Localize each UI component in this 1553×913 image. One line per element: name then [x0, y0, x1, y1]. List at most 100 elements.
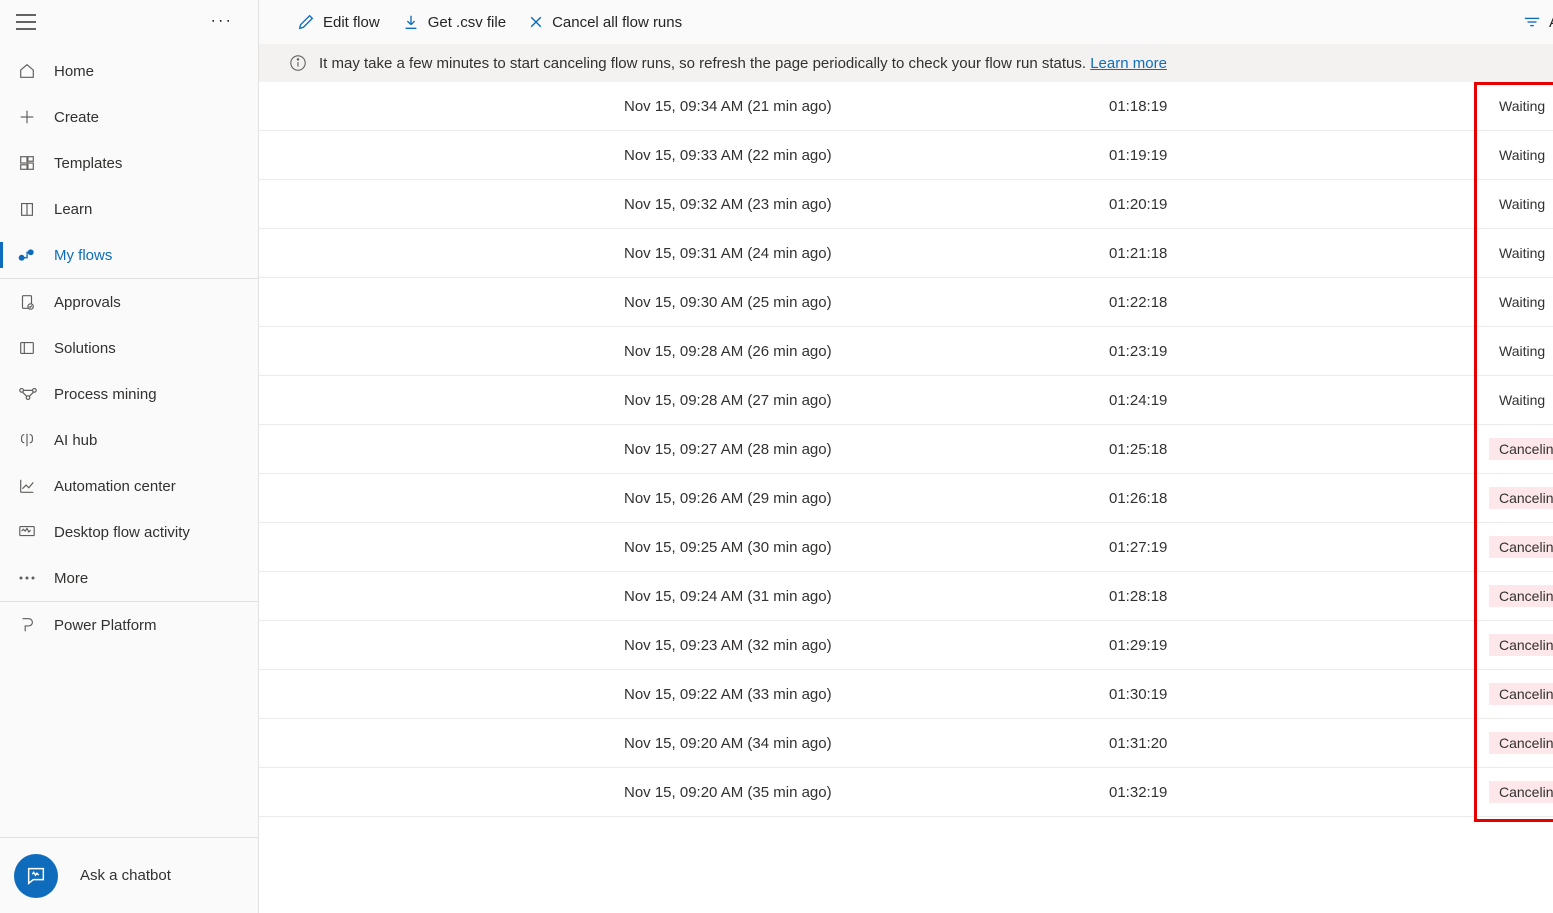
table-row[interactable]: Nov 15, 09:31 AM (24 min ago)01:21:18Wai… — [259, 229, 1553, 278]
run-duration: 01:30:19 — [1109, 686, 1489, 703]
main-content: Edit flow Get .csv file Cancel all flow … — [259, 0, 1553, 913]
process-mining-icon — [18, 386, 54, 402]
learn-more-link[interactable]: Learn more — [1090, 55, 1167, 72]
filter-icon — [1523, 15, 1541, 29]
activity-icon — [18, 523, 54, 541]
run-start-time: Nov 15, 09:30 AM (25 min ago) — [624, 294, 1109, 311]
more-icon — [18, 575, 54, 581]
brain-icon — [18, 431, 54, 449]
sidebar-item-label: More — [54, 570, 88, 587]
home-icon — [18, 62, 54, 80]
sidebar-item-label: Approvals — [54, 294, 121, 311]
run-start-time: Nov 15, 09:28 AM (26 min ago) — [624, 343, 1109, 360]
sidebar-item-create[interactable]: Create — [0, 94, 258, 140]
run-status: Canceling — [1489, 634, 1553, 656]
table-row[interactable]: Nov 15, 09:20 AM (35 min ago)01:32:19Can… — [259, 768, 1553, 817]
run-duration: 01:32:19 — [1109, 784, 1489, 801]
sidebar-item-templates[interactable]: Templates — [0, 140, 258, 186]
table-row[interactable]: Nov 15, 09:24 AM (31 min ago)01:28:18Can… — [259, 572, 1553, 621]
sidebar-item-power-platform[interactable]: Power Platform — [0, 602, 258, 648]
table-row[interactable]: Nov 15, 09:28 AM (26 min ago)01:23:19Wai… — [259, 327, 1553, 376]
run-status: Waiting — [1489, 144, 1553, 166]
sidebar-item-label: My flows — [54, 247, 112, 264]
hamburger-menu[interactable] — [16, 14, 36, 35]
run-status: Canceling — [1489, 683, 1553, 705]
run-status: Canceling — [1489, 438, 1553, 460]
sidebar-item-more[interactable]: More — [0, 555, 258, 601]
run-status: Canceling — [1489, 732, 1553, 754]
run-status: Canceling — [1489, 585, 1553, 607]
cancel-all-button[interactable]: Cancel all flow runs — [528, 14, 682, 31]
sidebar-item-label: Solutions — [54, 340, 116, 357]
run-status: Waiting — [1489, 193, 1553, 215]
run-start-time: Nov 15, 09:23 AM (32 min ago) — [624, 637, 1109, 654]
sidebar-item-label: Process mining — [54, 386, 157, 403]
run-start-time: Nov 15, 09:33 AM (22 min ago) — [624, 147, 1109, 164]
banner-text: It may take a few minutes to start cance… — [319, 55, 1167, 72]
table-row[interactable]: Nov 15, 09:28 AM (27 min ago)01:24:19Wai… — [259, 376, 1553, 425]
run-status: Waiting — [1489, 95, 1553, 117]
run-duration: 01:19:19 — [1109, 147, 1489, 164]
sidebar-item-label: Desktop flow activity — [54, 524, 190, 541]
pencil-icon — [297, 13, 315, 31]
table-row[interactable]: Nov 15, 09:20 AM (34 min ago)01:31:20Can… — [259, 719, 1553, 768]
run-duration: 01:27:19 — [1109, 539, 1489, 556]
info-banner: It may take a few minutes to start cance… — [259, 44, 1553, 82]
sidebar-item-solutions[interactable]: Solutions — [0, 325, 258, 371]
command-bar: Edit flow Get .csv file Cancel all flow … — [259, 0, 1553, 44]
run-duration: 01:28:18 — [1109, 588, 1489, 605]
run-start-time: Nov 15, 09:20 AM (34 min ago) — [624, 735, 1109, 752]
chatbot-row: Ask a chatbot — [0, 837, 258, 913]
table-row[interactable]: Nov 15, 09:25 AM (30 min ago)01:27:19Can… — [259, 523, 1553, 572]
sidebar-item-label: Create — [54, 109, 99, 126]
chart-up-icon — [18, 477, 54, 495]
edit-flow-button[interactable]: Edit flow — [297, 13, 380, 31]
sidebar-item-approvals[interactable]: Approvals — [0, 279, 258, 325]
table-row[interactable]: Nov 15, 09:33 AM (22 min ago)01:19:19Wai… — [259, 131, 1553, 180]
sidebar-item-label: AI hub — [54, 432, 97, 449]
hamburger-icon — [16, 14, 36, 30]
table-row[interactable]: Nov 15, 09:26 AM (29 min ago)01:26:18Can… — [259, 474, 1553, 523]
sidebar-item-home[interactable]: Home — [0, 48, 258, 94]
run-status: Canceling — [1489, 781, 1553, 803]
filter-all-runs[interactable]: All runs — [1523, 14, 1553, 31]
cmd-label: Get .csv file — [428, 14, 506, 31]
clipboard-check-icon — [18, 293, 54, 311]
download-icon — [402, 13, 420, 31]
nav-list-mid: Approvals Solutions Process mining AI hu… — [0, 279, 258, 601]
run-duration: 01:29:19 — [1109, 637, 1489, 654]
table-row[interactable]: Nov 15, 09:34 AM (21 min ago)01:18:19Wai… — [259, 82, 1553, 131]
run-duration: 01:26:18 — [1109, 490, 1489, 507]
get-csv-button[interactable]: Get .csv file — [402, 13, 506, 31]
run-duration: 01:31:20 — [1109, 735, 1489, 752]
run-status: Waiting — [1489, 291, 1553, 313]
table-row[interactable]: Nov 15, 09:27 AM (28 min ago)01:25:18Can… — [259, 425, 1553, 474]
run-duration: 01:25:18 — [1109, 441, 1489, 458]
run-status: Canceling — [1489, 487, 1553, 509]
plus-icon — [18, 108, 54, 126]
sidebar-item-automation[interactable]: Automation center — [0, 463, 258, 509]
run-start-time: Nov 15, 09:26 AM (29 min ago) — [624, 490, 1109, 507]
filter-label: All runs — [1549, 14, 1553, 31]
chat-icon — [25, 865, 47, 887]
sidebar-item-ai[interactable]: AI hub — [0, 417, 258, 463]
sidebar-item-desktop[interactable]: Desktop flow activity — [0, 509, 258, 555]
chatbot-label: Ask a chatbot — [80, 867, 171, 884]
table-row[interactable]: Nov 15, 09:30 AM (25 min ago)01:22:18Wai… — [259, 278, 1553, 327]
chatbot-button[interactable] — [14, 854, 58, 898]
table-row[interactable]: Nov 15, 09:23 AM (32 min ago)01:29:19Can… — [259, 621, 1553, 670]
table-row[interactable]: Nov 15, 09:22 AM (33 min ago)01:30:19Can… — [259, 670, 1553, 719]
sidebar-item-myflows[interactable]: My flows — [0, 232, 258, 278]
run-start-time: Nov 15, 09:22 AM (33 min ago) — [624, 686, 1109, 703]
run-duration: 01:20:19 — [1109, 196, 1489, 213]
run-start-time: Nov 15, 09:31 AM (24 min ago) — [624, 245, 1109, 262]
sidebar-item-label: Home — [54, 63, 94, 80]
cmd-label: Cancel all flow runs — [552, 14, 682, 31]
banner-msg: It may take a few minutes to start cance… — [319, 55, 1090, 72]
sidebar-item-learn[interactable]: Learn — [0, 186, 258, 232]
sidebar-item-process[interactable]: Process mining — [0, 371, 258, 417]
ellipsis-icon: ● ● ● — [212, 18, 231, 23]
run-start-time: Nov 15, 09:24 AM (31 min ago) — [624, 588, 1109, 605]
run-duration: 01:21:18 — [1109, 245, 1489, 262]
table-row[interactable]: Nov 15, 09:32 AM (23 min ago)01:20:19Wai… — [259, 180, 1553, 229]
